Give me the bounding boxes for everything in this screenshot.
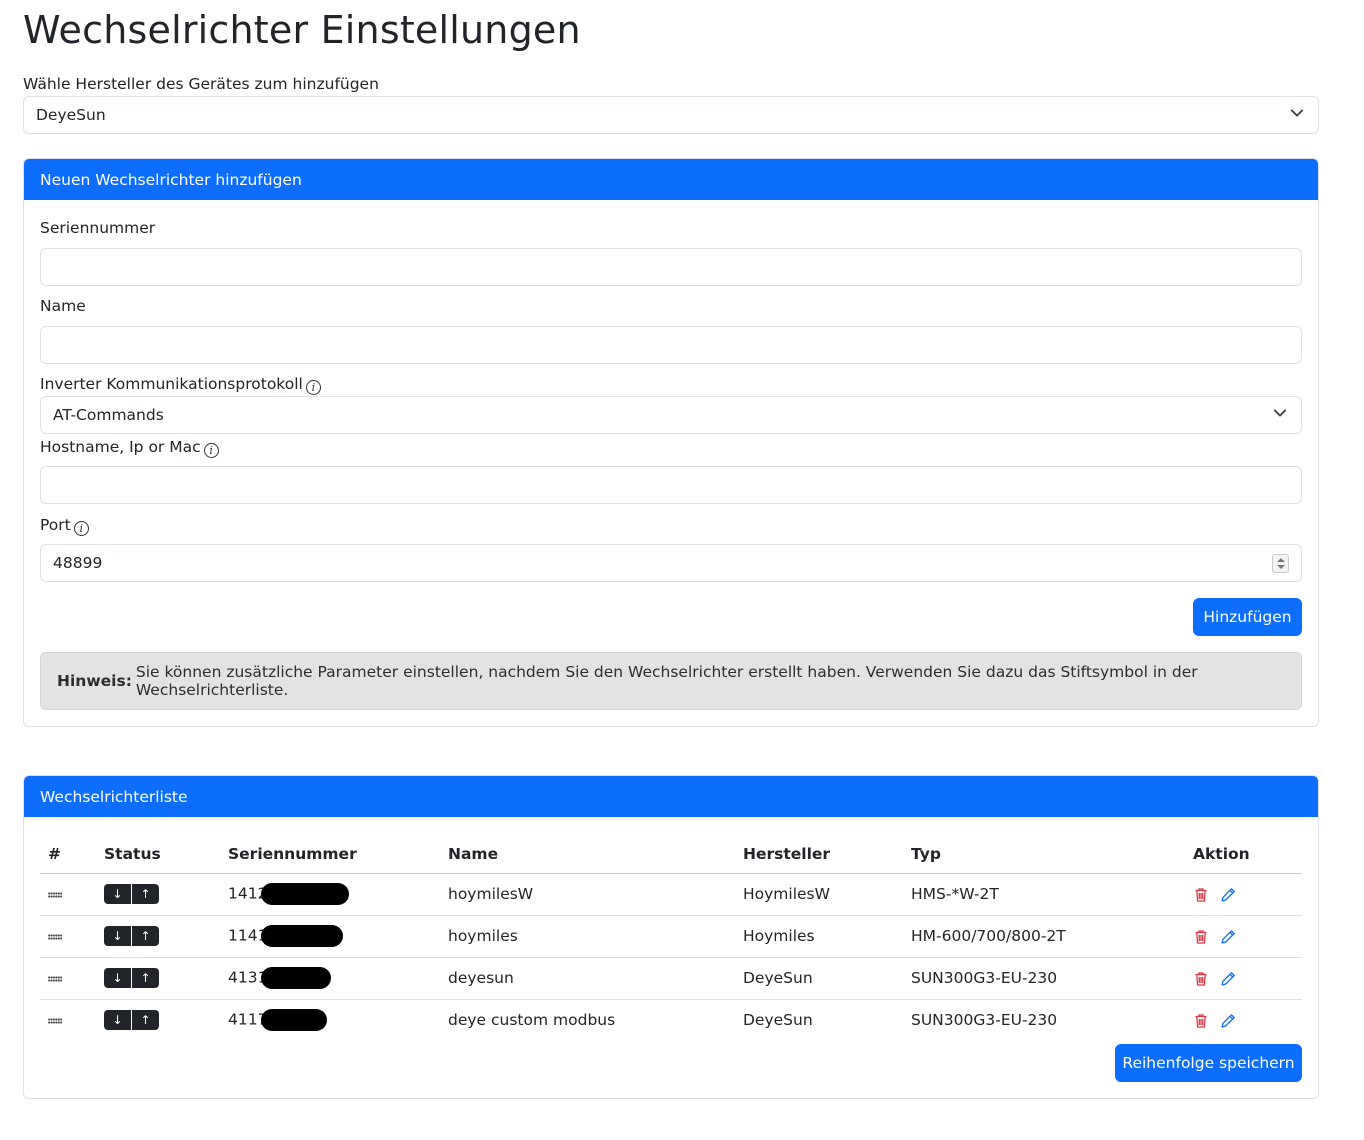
col-header-name: Name — [448, 844, 499, 863]
add-inverter-card: Neuen Wechselrichter hinzufügen Seriennu… — [23, 158, 1319, 727]
protocol-label-row: Inverter Kommunikationsprotokoll i — [40, 375, 321, 395]
inverter-table: # Status Seriennummer Name Hersteller Ty… — [40, 835, 1302, 1041]
port-label: Port — [40, 516, 71, 534]
arrow-up-icon[interactable]: ↑ — [132, 968, 159, 988]
type-cell: HM-600/700/800-2T — [903, 914, 1185, 957]
table-row: ↓ ↑ 4117 deye custom modbus DeyeSun SUN30… — [40, 998, 1302, 1041]
trash-icon[interactable] — [1193, 971, 1209, 987]
arrow-down-icon[interactable]: ↓ — [104, 968, 131, 988]
page-title: Wechselrichter Einstellungen — [23, 8, 581, 52]
port-label-row: Port i — [40, 516, 89, 536]
host-input[interactable] — [40, 466, 1302, 504]
name-label: Name — [40, 297, 86, 315]
port-input-value: 48899 — [53, 554, 103, 572]
arrow-down-icon[interactable]: ↓ — [104, 926, 131, 946]
trash-icon[interactable] — [1193, 887, 1209, 903]
manufacturer-select[interactable]: DeyeSun — [23, 96, 1319, 134]
name-cell: hoymilesW — [440, 872, 735, 915]
manufacturer-cell: HoymilesW — [735, 872, 903, 915]
drag-handle-icon[interactable] — [48, 975, 62, 982]
type-cell: SUN300G3-EU-230 — [903, 998, 1185, 1041]
hint-text: Sie können zusätzliche Parameter einstel… — [135, 663, 1198, 699]
chevron-down-icon — [1290, 109, 1304, 117]
col-header-serial: Seriennummer — [228, 844, 357, 863]
manufacturer-label: Wähle Hersteller des Gerätes zum hinzufü… — [23, 75, 379, 93]
inverter-list-card: Wechselrichterliste # Status Seriennumme… — [23, 775, 1319, 1099]
arrow-down-icon[interactable]: ↓ — [104, 884, 131, 904]
add-button[interactable]: Hinzufügen — [1193, 598, 1302, 636]
drag-handle-icon[interactable] — [48, 1017, 62, 1024]
pencil-icon[interactable] — [1220, 971, 1236, 987]
inverter-list-card-header: Wechselrichterliste — [24, 776, 1318, 817]
table-row: ↓ ↑ 1412 hoymilesW HoymilesW HMS-*W-2T — [40, 872, 1302, 915]
redaction-mark — [261, 883, 350, 905]
save-order-button[interactable]: Reihenfolge speichern — [1115, 1044, 1302, 1082]
table-row: ↓ ↑ 4131 deyesun DeyeSun SUN300G3-EU-230 — [40, 956, 1302, 999]
col-header-status: Status — [104, 844, 161, 863]
port-spinner[interactable] — [1272, 554, 1289, 573]
drag-handle-icon[interactable] — [48, 891, 62, 898]
col-header-index: # — [48, 844, 61, 863]
host-label: Hostname, Ip or Mac — [40, 438, 201, 456]
col-header-action: Aktion — [1193, 844, 1250, 863]
name-cell: deyesun — [440, 956, 735, 999]
type-cell: SUN300G3-EU-230 — [903, 956, 1185, 999]
arrow-up-icon[interactable]: ↑ — [132, 926, 159, 946]
trash-icon[interactable] — [1193, 1013, 1209, 1029]
serial-input[interactable] — [40, 248, 1302, 286]
pencil-icon[interactable] — [1220, 1013, 1236, 1029]
port-input[interactable]: 48899 — [40, 544, 1302, 582]
table-row: ↓ ↑ 1141 hoymiles Hoymiles HM-600/700/800… — [40, 914, 1302, 957]
add-inverter-card-header: Neuen Wechselrichter hinzufügen — [24, 159, 1318, 200]
pencil-icon[interactable] — [1220, 887, 1236, 903]
redaction-mark — [261, 1009, 328, 1032]
arrow-up-icon[interactable]: ↑ — [132, 1010, 159, 1031]
col-header-manufacturer: Hersteller — [743, 844, 831, 863]
info-icon[interactable]: i — [73, 521, 89, 536]
manufacturer-cell: Hoymiles — [735, 914, 903, 957]
page: Wechselrichter Einstellungen Wähle Herst… — [0, 0, 1364, 1140]
pencil-icon[interactable] — [1220, 929, 1236, 945]
type-cell: HMS-*W-2T — [903, 872, 1185, 915]
protocol-select[interactable]: AT-Commands — [40, 396, 1302, 434]
col-header-type: Typ — [911, 844, 941, 863]
trash-icon[interactable] — [1193, 929, 1209, 945]
name-cell: hoymiles — [440, 914, 735, 957]
info-icon[interactable]: i — [305, 380, 321, 395]
hint-alert: Hinweis: Sie können zusätzliche Paramete… — [40, 652, 1302, 710]
manufacturer-select-value: DeyeSun — [36, 106, 106, 124]
drag-handle-icon[interactable] — [48, 933, 62, 940]
protocol-label: Inverter Kommunikationsprotokoll — [40, 375, 303, 393]
arrow-down-icon[interactable]: ↓ — [104, 1010, 131, 1031]
protocol-select-value: AT-Commands — [53, 406, 164, 424]
redaction-mark — [261, 925, 344, 947]
hint-bold: Hinweis: — [57, 672, 132, 690]
host-label-row: Hostname, Ip or Mac i — [40, 438, 219, 458]
chevron-down-icon — [1273, 409, 1287, 417]
table-header-row: # Status Seriennummer Name Hersteller Ty… — [40, 835, 1302, 873]
serial-label: Seriennummer — [40, 219, 156, 237]
arrow-up-icon[interactable]: ↑ — [132, 884, 159, 904]
name-input[interactable] — [40, 326, 1302, 364]
manufacturer-cell: DeyeSun — [735, 998, 903, 1041]
info-icon[interactable]: i — [203, 443, 219, 458]
manufacturer-cell: DeyeSun — [735, 956, 903, 999]
redaction-mark — [261, 967, 332, 989]
name-cell: deye custom modbus — [440, 998, 735, 1041]
